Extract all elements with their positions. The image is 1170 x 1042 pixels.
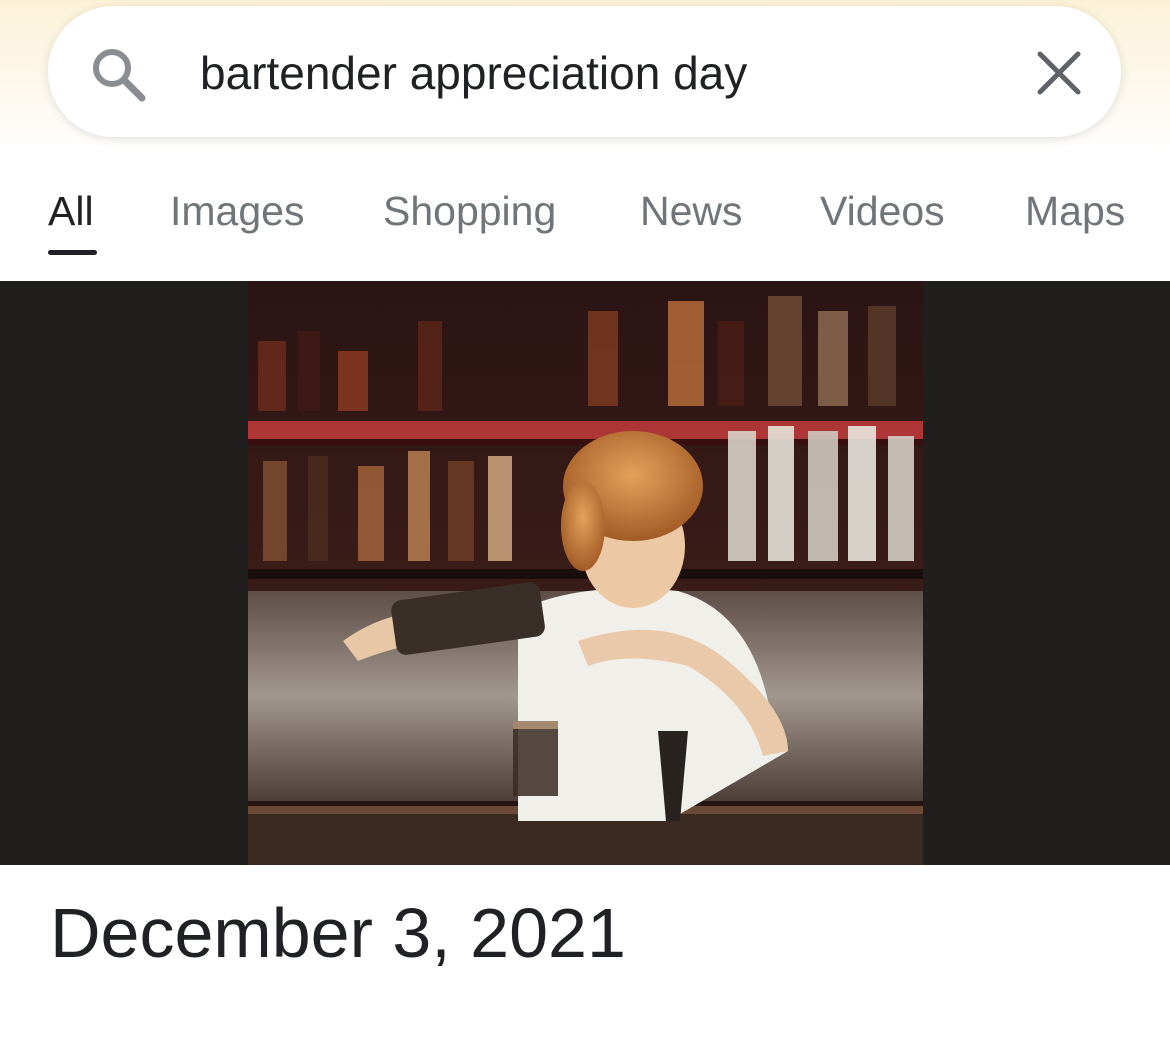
featured-image-panel[interactable] xyxy=(0,281,1170,865)
tab-videos[interactable]: Videos xyxy=(820,188,945,248)
tab-images[interactable]: Images xyxy=(170,188,304,248)
tab-news[interactable]: News xyxy=(640,188,743,248)
close-icon[interactable] xyxy=(1034,48,1084,98)
active-tab-indicator xyxy=(48,250,97,255)
bartender-photo[interactable] xyxy=(248,281,923,865)
search-tabs: All Images Shopping News Videos Maps xyxy=(0,180,1170,280)
result-date: December 3, 2021 xyxy=(50,894,626,972)
search-results-page: All Images Shopping News Videos Maps xyxy=(0,0,1170,1042)
tab-maps[interactable]: Maps xyxy=(1025,188,1125,248)
search-icon[interactable] xyxy=(88,44,148,104)
tab-all[interactable]: All xyxy=(48,188,94,248)
tab-shopping[interactable]: Shopping xyxy=(383,188,556,248)
search-input[interactable] xyxy=(200,38,980,108)
